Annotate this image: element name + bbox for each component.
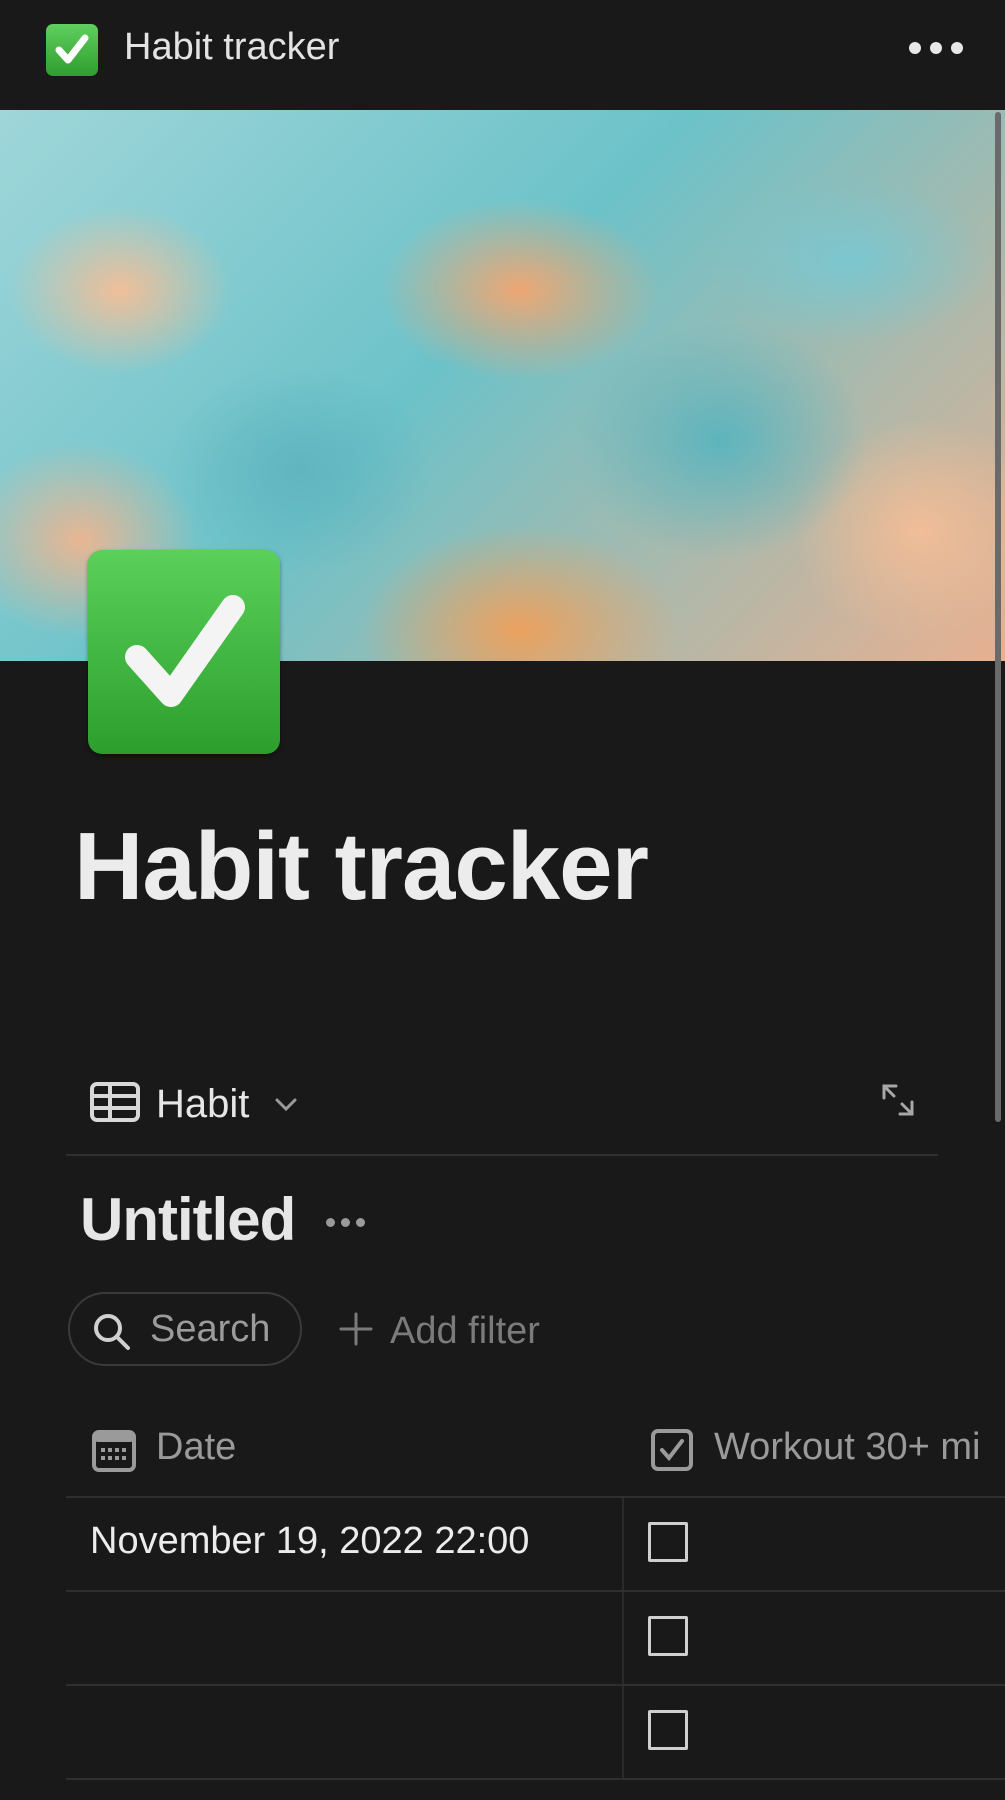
- add-filter-label: Add filter: [390, 1309, 540, 1352]
- database-title[interactable]: Untitled: [80, 1185, 296, 1254]
- search-button[interactable]: Search: [68, 1292, 302, 1366]
- table-header: Date Workout 30+ mi: [66, 1412, 1005, 1498]
- expand-icon[interactable]: [878, 1080, 918, 1125]
- page-title[interactable]: Habit tracker: [74, 812, 649, 922]
- column-divider: [622, 1592, 624, 1684]
- table-row[interactable]: [66, 1592, 1005, 1686]
- search-label: Search: [150, 1308, 271, 1350]
- database-table: Date Workout 30+ mi November 19, 2022 22…: [66, 1412, 1005, 1780]
- workout-checkbox[interactable]: [648, 1710, 688, 1750]
- top-bar-title[interactable]: Habit tracker: [124, 26, 339, 69]
- calendar-icon: [92, 1428, 136, 1477]
- check-mark-icon[interactable]: [46, 24, 98, 76]
- column-header-workout[interactable]: Workout 30+ mi: [714, 1426, 980, 1469]
- column-header-date[interactable]: Date: [156, 1426, 236, 1469]
- date-cell[interactable]: November 19, 2022 22:00: [90, 1520, 529, 1563]
- add-filter-button[interactable]: Add filter: [338, 1306, 540, 1356]
- workout-checkbox[interactable]: [648, 1616, 688, 1656]
- column-divider: [622, 1498, 624, 1590]
- checkbox-icon: [650, 1428, 694, 1477]
- plus-icon: [338, 1311, 374, 1352]
- chevron-down-icon[interactable]: [272, 1090, 300, 1123]
- workout-checkbox[interactable]: [648, 1522, 688, 1562]
- table-row[interactable]: November 19, 2022 22:00: [66, 1498, 1005, 1592]
- view-selector[interactable]: Habit: [156, 1082, 249, 1127]
- page-check-mark-icon[interactable]: [88, 550, 280, 754]
- table-icon: [90, 1082, 140, 1127]
- database-view-bar: Habit: [66, 1070, 938, 1156]
- column-divider: [622, 1686, 624, 1778]
- top-bar: Habit tracker: [0, 0, 1005, 110]
- more-options-icon[interactable]: [909, 42, 963, 54]
- scrollbar[interactable]: [995, 112, 1001, 1122]
- table-row[interactable]: [66, 1686, 1005, 1780]
- database-more-icon[interactable]: [326, 1218, 365, 1227]
- search-icon: [92, 1312, 132, 1357]
